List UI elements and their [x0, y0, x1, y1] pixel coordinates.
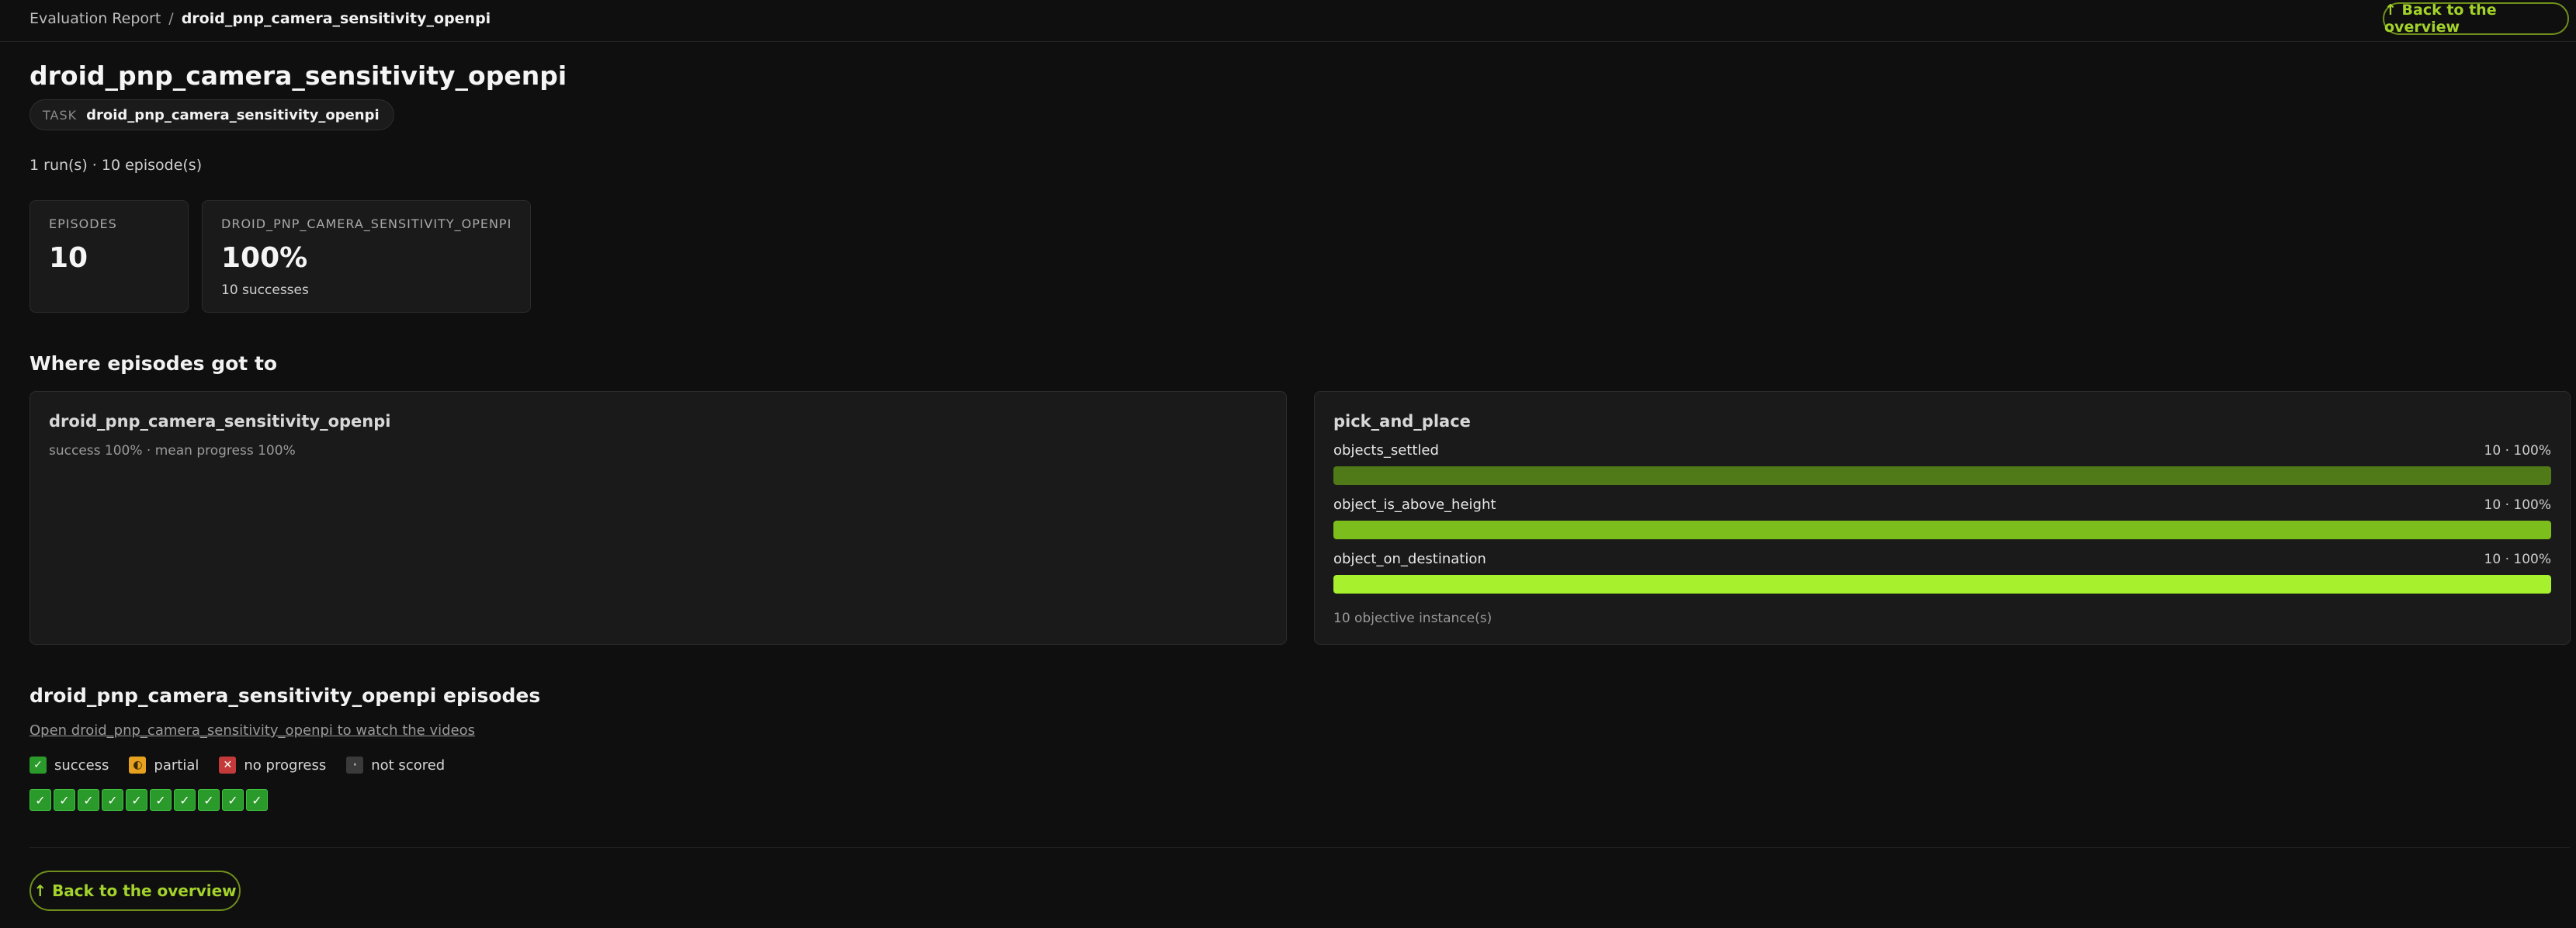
legend-label: partial [154, 757, 199, 774]
progress-section-title: Where episodes got to [29, 352, 278, 375]
legend-item-partial: ◐ partial [129, 757, 199, 774]
objectives-panel-title: pick_and_place [1333, 412, 1471, 431]
objective-head: object_is_above_height 10 · 100% [1333, 496, 2551, 514]
objective-name: objects_settled [1333, 442, 1439, 459]
objective-count: 10 · 100% [2484, 443, 2551, 459]
legend-label: no progress [244, 757, 327, 774]
task-progress-summary: success 100% · mean progress 100% [49, 443, 296, 459]
episode-grid: ✓ ✓ ✓ ✓ ✓ ✓ ✓ ✓ ✓ ✓ [29, 789, 268, 811]
breadcrumb-root[interactable]: Evaluation Report [29, 10, 161, 27]
objectives-panel: pick_and_place objects_settled 10 · 100% o… [1314, 391, 2571, 645]
breadcrumb-current: droid_pnp_camera_sensitivity_openpi [181, 10, 491, 27]
back-to-overview-button-top[interactable]: ↑ Back to the overview [2383, 2, 2569, 36]
legend-label: not scored [371, 757, 446, 774]
episode-legend: ✓ success ◐ partial ✕ no progress · not scored [29, 757, 445, 774]
episode-square[interactable]: ✓ [150, 789, 172, 811]
stat-value: 100% [221, 242, 308, 274]
divider [29, 847, 2570, 848]
stat-value: 10 [49, 242, 88, 274]
objective-row: object_is_above_height 10 · 100% [1333, 496, 2551, 539]
breadcrumb-separator: / [168, 10, 174, 27]
objective-name: object_on_destination [1333, 551, 1486, 567]
stat-label: DROID_PNP_CAMERA_SENSITIVITY_OPENPI [221, 216, 512, 231]
stat-sub: 10 successes [221, 282, 309, 298]
legend-item-success: ✓ success [29, 757, 109, 774]
task-badge-label: TASK [43, 107, 78, 123]
runs-summary: 1 run(s) · 10 episode(s) [29, 157, 203, 174]
task-badge: TASK droid_pnp_camera_sensitivity_openpi [29, 99, 394, 130]
stat-label: EPISODES [49, 216, 117, 231]
episode-square[interactable]: ✓ [174, 789, 196, 811]
page-title: droid_pnp_camera_sensitivity_openpi [29, 61, 567, 91]
episode-square[interactable]: ✓ [126, 789, 147, 811]
objective-bar-fill [1333, 575, 2551, 594]
objective-head: object_on_destination 10 · 100% [1333, 550, 2551, 569]
legend-item-notscored: · not scored [346, 757, 445, 774]
legend-item-noprog: ✕ no progress [219, 757, 326, 774]
objective-count: 10 · 100% [2484, 497, 2551, 513]
episode-square[interactable]: ✓ [198, 789, 220, 811]
legend-label: success [54, 757, 109, 774]
stat-card-episodes: EPISODES 10 [29, 200, 189, 313]
objective-name: object_is_above_height [1333, 497, 1496, 513]
objective-bar-fill [1333, 466, 2551, 485]
legend-swatch-icon: ✕ [219, 757, 237, 774]
objectives-footer: 10 objective instance(s) [1333, 611, 1493, 626]
objective-row: objects_settled 10 · 100% [1333, 441, 2551, 485]
objective-bar-track [1333, 521, 2551, 539]
episode-square[interactable]: ✓ [102, 789, 123, 811]
objective-row: object_on_destination 10 · 100% [1333, 550, 2551, 594]
episode-square[interactable]: ✓ [54, 789, 75, 811]
top-bar: Evaluation Report / droid_pnp_camera_sensi… [0, 0, 2576, 42]
episode-square[interactable]: ✓ [29, 789, 51, 811]
episode-square[interactable]: ✓ [222, 789, 244, 811]
objective-bar-fill [1333, 521, 2551, 539]
objective-count: 10 · 100% [2484, 552, 2551, 567]
legend-swatch-icon: · [346, 757, 364, 774]
legend-swatch-icon: ◐ [129, 757, 147, 774]
task-progress-panel: droid_pnp_camera_sensitivity_openpi succ… [29, 391, 1287, 645]
objective-bar-track [1333, 466, 2551, 485]
task-progress-title: droid_pnp_camera_sensitivity_openpi [49, 412, 391, 431]
back-to-overview-button-bottom[interactable]: ↑ Back to the overview [29, 871, 241, 911]
open-videos-link[interactable]: Open droid_pnp_camera_sensitivity_openpi… [29, 722, 475, 739]
objectives-list: objects_settled 10 · 100% object_is_above_… [1333, 441, 2551, 594]
task-badge-value: droid_pnp_camera_sensitivity_openpi [86, 106, 380, 123]
objective-head: objects_settled 10 · 100% [1333, 441, 2551, 460]
episode-square[interactable]: ✓ [246, 789, 268, 811]
objective-bar-track [1333, 575, 2551, 594]
stat-card-success-rate: DROID_PNP_CAMERA_SENSITIVITY_OPENPI 100%… [202, 200, 531, 313]
breadcrumb: Evaluation Report / droid_pnp_camera_sensi… [29, 9, 491, 29]
legend-swatch-icon: ✓ [29, 757, 47, 774]
episodes-section-title: droid_pnp_camera_sensitivity_openpi epis… [29, 684, 541, 707]
episode-square[interactable]: ✓ [78, 789, 99, 811]
